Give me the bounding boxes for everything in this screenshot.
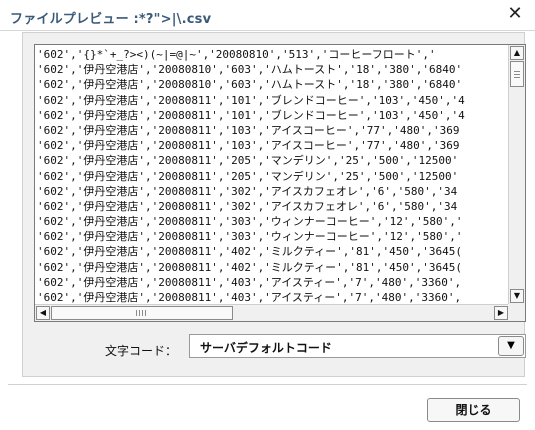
- footer-divider: [8, 384, 527, 385]
- csv-line: '602','伊丹空港店','20080811','403','アイスティー',…: [37, 275, 462, 289]
- encoding-label: 文字コード：: [105, 344, 178, 358]
- scroll-right-icon[interactable]: ▶: [494, 306, 508, 320]
- csv-line: '602','伊丹空港店','20080811','303','ウィンナーコーヒ…: [37, 215, 463, 229]
- csv-line: '602','{}*`+_?><)(~|=@|~','20080810','51…: [37, 48, 436, 61]
- csv-line: '602','伊丹空港店','20080811','302','アイスカフェオレ…: [37, 184, 458, 198]
- csv-preview-textarea[interactable]: '602','{}*`+_?><)(~|=@|~','20080810','51…: [34, 44, 526, 322]
- file-preview-dialog: ファイルプレビュー :*?">|\.csv ✕ '602','{}*`+_?><…: [0, 0, 535, 430]
- vertical-scroll-thumb[interactable]: [510, 61, 524, 87]
- dropdown-arrow-icon[interactable]: ▼: [498, 336, 524, 356]
- csv-line: '602','伊丹空港店','20080811','205','マンデリン','…: [37, 154, 459, 168]
- scroll-down-icon[interactable]: ▼: [510, 289, 524, 303]
- csv-line: '602','伊丹空港店','20080811','205','マンデリン','…: [37, 169, 459, 183]
- csv-line: '602','伊丹空港店','20080811','101','ブレンドコーヒー…: [37, 108, 465, 122]
- csv-line: '602','伊丹空港店','20080811','402','ミルクティー',…: [37, 245, 462, 259]
- csv-line: '602','伊丹空港店','20080811','103','アイスコーヒー'…: [37, 123, 460, 137]
- vertical-scrollbar[interactable]: ▲ ▼: [508, 45, 525, 304]
- close-button[interactable]: 閉じる: [427, 398, 520, 422]
- scroll-up-icon[interactable]: ▲: [510, 46, 524, 60]
- horizontal-scroll-thumb[interactable]: [51, 306, 233, 320]
- csv-line: '602','伊丹空港店','20080811','402','ミルクティー',…: [37, 260, 462, 274]
- csv-preview-lines: '602','{}*`+_?><)(~|=@|~','20080810','51…: [37, 47, 509, 303]
- csv-line: '602','伊丹空港店','20080811','302','アイスカフェオレ…: [37, 199, 458, 213]
- csv-line: '602','伊丹空港店','20080810','603','ハムトースト',…: [37, 63, 463, 77]
- title-divider: [0, 30, 535, 31]
- csv-line: '602','伊丹空港店','20080811','103','アイスコーヒー'…: [37, 139, 460, 153]
- close-icon[interactable]: ✕: [505, 4, 525, 24]
- dialog-title: ファイルプレビュー :*?">|\.csv: [10, 12, 212, 27]
- scrollbar-corner: [508, 304, 525, 321]
- horizontal-scrollbar[interactable]: ◀ ▶: [35, 304, 509, 321]
- scroll-left-icon[interactable]: ◀: [36, 306, 50, 320]
- csv-line: '602','伊丹空港店','20080811','303','ウィンナーコーヒ…: [37, 230, 463, 244]
- encoding-select[interactable]: サーバデフォルトコード ▼: [189, 334, 526, 358]
- encoding-selected-value: サーバデフォルトコード: [200, 341, 332, 355]
- csv-line: '602','伊丹空港店','20080810','603','ハムトースト',…: [37, 78, 463, 92]
- csv-line: '602','伊丹空港店','20080811','101','ブレンドコーヒー…: [37, 93, 465, 107]
- csv-line: '602','伊丹空港店','20080811','403','アイスティー',…: [37, 291, 462, 303]
